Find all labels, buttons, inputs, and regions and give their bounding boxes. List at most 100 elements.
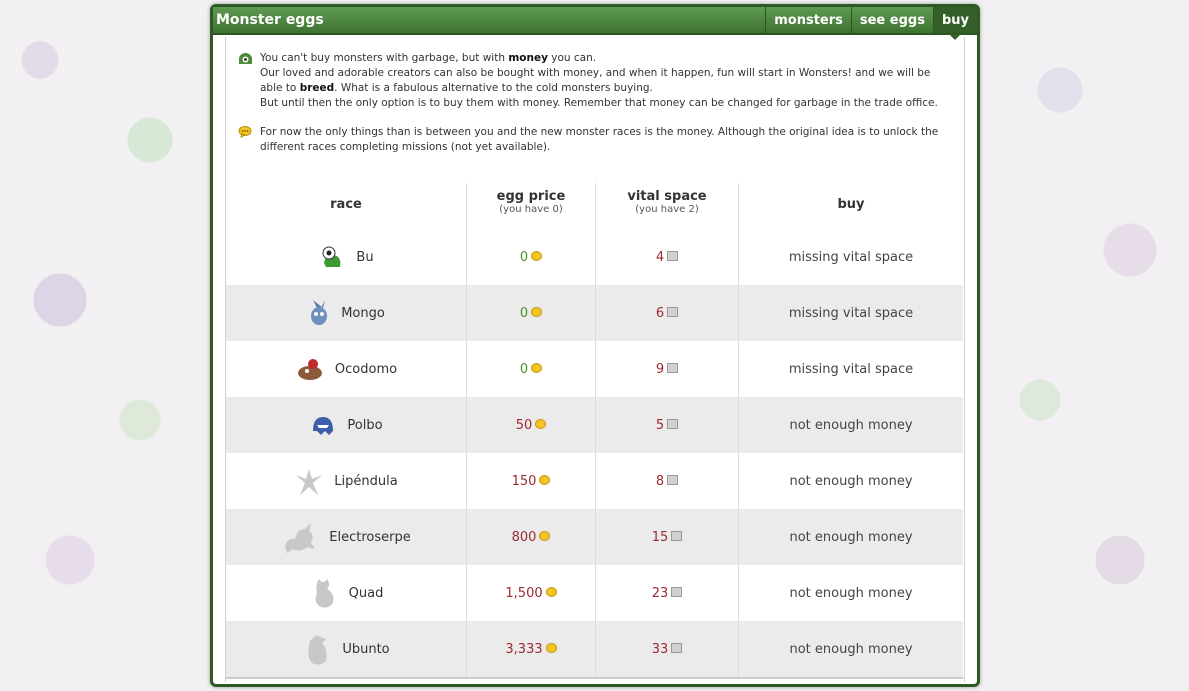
space-cell: 4	[595, 229, 739, 285]
ubunto-silhouette-icon	[308, 635, 327, 665]
table-row: Electroserpe 800 15 not enough money	[226, 509, 963, 565]
house-icon	[671, 587, 683, 597]
bu-monster-icon	[322, 246, 341, 267]
space-value: 5	[655, 417, 665, 433]
table-header-row: race egg price (you have 0) vital space (y…	[226, 183, 963, 229]
space-cell: 8	[595, 453, 739, 509]
race-name: Mongo	[341, 305, 385, 321]
race-name: Lipéndula	[334, 473, 398, 489]
house-icon	[667, 419, 679, 429]
col-race: race	[226, 183, 467, 229]
mongo-monster-icon	[311, 300, 328, 325]
table-row: Ocodomo 0 9 missing vital space	[226, 341, 963, 397]
buy-status: missing vital space	[738, 285, 963, 341]
col-egg-price: egg price (you have 0)	[466, 183, 596, 229]
table-row: Mongo 0 6 missing vital space	[226, 285, 963, 341]
panel-title: Monster eggs	[216, 12, 324, 28]
coin-icon	[531, 363, 543, 373]
space-cell: 33	[595, 621, 739, 679]
buy-status: missing vital space	[738, 229, 963, 285]
house-icon	[667, 363, 679, 373]
tab-buy[interactable]: buy	[932, 7, 977, 40]
price-value: 800	[511, 529, 537, 545]
eggs-table: race egg price (you have 0) vital space (y…	[226, 183, 963, 679]
info-note-text: For now the only things than is between …	[260, 126, 939, 153]
info-text-part: But until then the only option is to buy…	[260, 97, 938, 109]
coin-icon	[531, 307, 543, 317]
buy-status: not enough money	[738, 621, 963, 679]
race-cell: Ubunto	[226, 621, 467, 679]
space-cell: 9	[595, 341, 739, 397]
race-name: Bu	[356, 249, 374, 265]
tab-see-eggs[interactable]: see eggs	[850, 7, 933, 33]
race-cell: Mongo	[226, 285, 467, 341]
space-value: 33	[651, 641, 669, 657]
space-cell: 5	[595, 397, 739, 453]
buy-status: missing vital space	[738, 341, 963, 397]
race-name: Ocodomo	[334, 361, 398, 377]
buy-status: not enough money	[738, 509, 963, 565]
race-cell: Polbo	[226, 397, 467, 453]
info-text-bold: breed	[299, 82, 335, 94]
col-egg-price-label: egg price	[496, 189, 566, 204]
col-buy: buy	[738, 183, 963, 229]
price-value: 0	[519, 305, 529, 321]
info-text-part: . What is a fabulous alternative to the …	[334, 82, 653, 94]
col-vital-space-sub: (you have 2)	[635, 204, 699, 215]
info-note: For now the only things than is between …	[238, 125, 952, 155]
electroserpe-silhouette-icon	[285, 523, 316, 553]
race-cell: Electroserpe	[226, 509, 467, 565]
price-value: 0	[519, 361, 529, 377]
info-text-bold: money	[508, 52, 548, 64]
race-name: Quad	[348, 585, 384, 601]
price-cell: 0	[466, 229, 596, 285]
coin-icon	[539, 475, 551, 485]
coin-icon	[535, 419, 547, 429]
buy-status: not enough money	[738, 453, 963, 509]
price-cell: 150	[466, 453, 596, 509]
col-egg-price-sub: (you have 0)	[499, 204, 563, 215]
table-row: Ubunto 3,333 33 not enough money	[226, 621, 963, 679]
house-icon	[667, 475, 679, 485]
coin-icon	[539, 531, 551, 541]
info-text-part: you can.	[547, 52, 597, 64]
race-cell: Lipéndula	[226, 453, 467, 509]
lipendula-silhouette-icon	[296, 469, 323, 495]
house-icon	[667, 251, 679, 261]
space-value: 9	[655, 361, 665, 377]
price-cell: 50	[466, 397, 596, 453]
info-text-part: You can't buy monsters with garbage, but…	[260, 52, 509, 64]
coin-icon	[545, 643, 557, 653]
quad-silhouette-icon	[315, 579, 334, 608]
monster-eggs-panel: Monster eggs monsters see eggs buy You c…	[210, 4, 980, 687]
col-buy-label: buy	[837, 197, 865, 212]
content-area: You can't buy monsters with garbage, but…	[225, 37, 965, 682]
table-row: Bu 0 4 missing vital space	[226, 229, 963, 285]
space-cell: 15	[595, 509, 739, 565]
price-cell: 1,500	[466, 565, 596, 621]
info-money-text: You can't buy monsters with garbage, but…	[260, 51, 952, 111]
space-value: 8	[655, 473, 665, 489]
eye-icon	[238, 51, 260, 111]
tab-monsters[interactable]: monsters	[765, 7, 851, 33]
house-icon	[667, 307, 679, 317]
polbo-monster-icon	[313, 417, 334, 435]
price-cell: 800	[466, 509, 596, 565]
price-value: 1,500	[505, 585, 543, 601]
space-value: 6	[655, 305, 665, 321]
price-value: 3,333	[505, 641, 543, 657]
col-race-label: race	[330, 197, 362, 212]
panel-header: Monster eggs monsters see eggs buy	[213, 7, 977, 40]
space-cell: 23	[595, 565, 739, 621]
space-value: 15	[651, 529, 669, 545]
price-cell: 3,333	[466, 621, 596, 679]
race-name: Polbo	[347, 417, 383, 433]
buy-status: not enough money	[738, 565, 963, 621]
race-cell: Bu	[226, 229, 467, 285]
price-cell: 0	[466, 341, 596, 397]
tab-bar: monsters see eggs buy	[765, 7, 977, 40]
col-vital-space-label: vital space	[627, 189, 707, 204]
speech-bubble-icon	[238, 125, 260, 155]
price-cell: 0	[466, 285, 596, 341]
space-value: 4	[655, 249, 665, 265]
